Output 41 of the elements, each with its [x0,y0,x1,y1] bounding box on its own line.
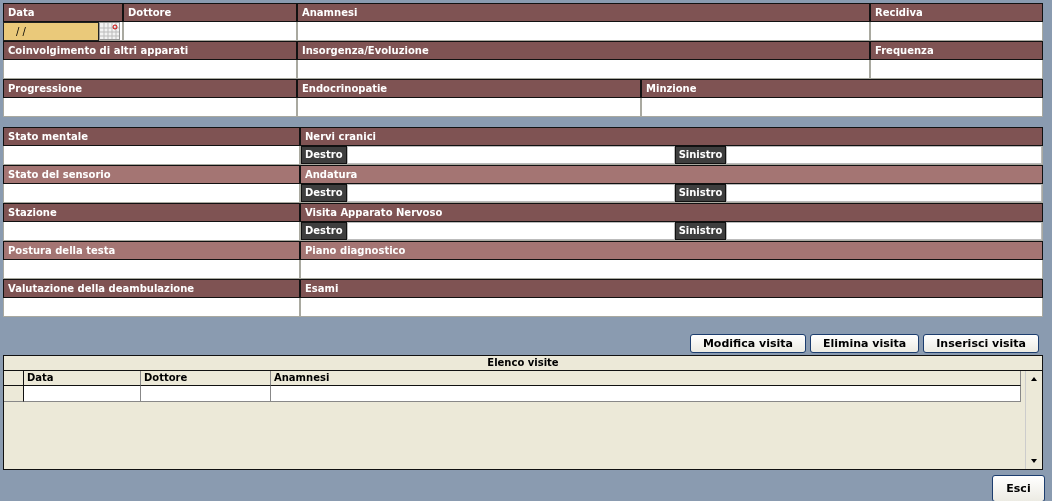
field-label: Esami [300,279,1043,298]
field-label: Endocrinopatie [297,79,641,98]
action-button[interactable]: Modifica visita [689,334,806,353]
calendar-icon[interactable] [99,22,120,40]
row-selector[interactable] [4,386,24,402]
field-label: Stato mentale [3,127,300,146]
input-field[interactable] [346,146,675,164]
field-label: Stazione [3,203,300,222]
field-label: Stato del sensorio [3,165,300,184]
input-field[interactable] [726,146,1042,164]
input-field[interactable] [346,184,675,202]
field-label: Anamnesi [297,3,870,22]
exit-button[interactable]: Esci [992,475,1045,501]
input-field[interactable] [726,184,1042,202]
side-label: Sinistro [674,222,727,240]
side-label: Sinistro [674,146,727,164]
field-label: Andatura [300,165,1043,184]
side-label: Destro [301,222,347,240]
field-label: Postura della testa [3,241,300,260]
field-label: Frequenza [870,41,1043,60]
side-label: Sinistro [674,184,727,202]
input-field[interactable] [346,222,675,240]
action-button[interactable]: Elimina visita [809,334,920,353]
field-label: Piano diagnostico [300,241,1043,260]
side-label: Destro [301,184,347,202]
side-label: Destro [301,146,347,164]
field-label: Visita Apparato Nervoso [300,203,1043,222]
field-label: Dottore [123,3,297,22]
row-selector[interactable] [4,371,24,386]
field-label: Nervi cranici [300,127,1043,146]
field-label: Progressione [3,79,297,98]
field-label: Recidiva [870,3,1043,22]
field-label: Coinvolgimento di altri apparati [3,41,297,60]
action-button[interactable]: Inserisci visita [923,334,1039,353]
field-label: Data [3,3,123,22]
date-field[interactable]: / / [3,22,99,41]
field-label: Insorgenza/Evoluzione [297,41,870,60]
field-label: Valutazione della deambulazione [3,279,300,298]
table-title: Elenco visite [4,356,1042,371]
input-field[interactable] [726,222,1042,240]
field-label: Minzione [641,79,1043,98]
